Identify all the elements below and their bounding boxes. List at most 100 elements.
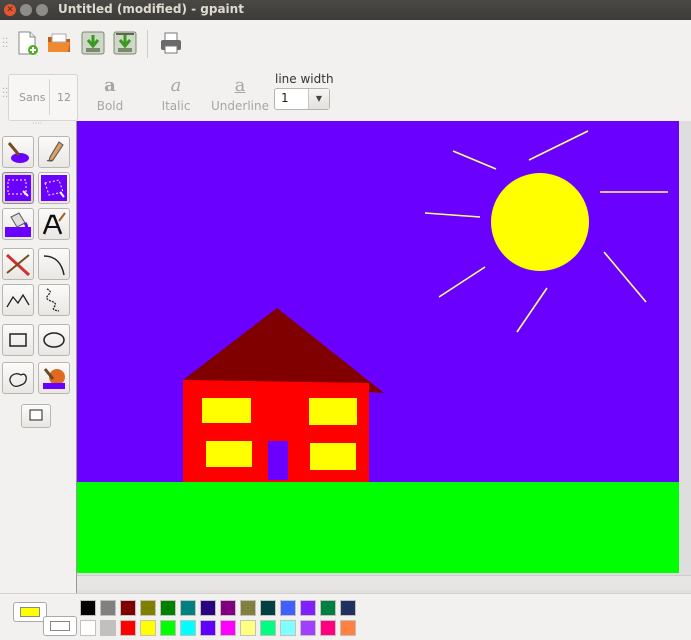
closed-freehand-tool[interactable] <box>2 362 34 394</box>
fill-mode-button[interactable] <box>21 404 51 428</box>
panel-grip[interactable]: ···· <box>32 120 42 128</box>
italic-icon: a <box>170 75 182 96</box>
open-file-button[interactable] <box>46 30 72 56</box>
drawing-canvas[interactable] <box>77 121 679 573</box>
fill-bucket-icon <box>5 212 31 237</box>
font-button[interactable]: Sans 12 <box>8 74 78 121</box>
title-bar: ✕ Untitled (modified) - gpaint <box>0 0 691 20</box>
line-tool[interactable] <box>2 248 34 280</box>
palette-swatch[interactable] <box>180 620 196 636</box>
palette-swatch[interactable] <box>340 600 356 616</box>
italic-button[interactable]: a Italic <box>146 75 206 114</box>
window <box>309 398 357 425</box>
paint-brush-icon <box>7 142 29 163</box>
save-as-button[interactable] <box>112 30 138 56</box>
maximize-window-button[interactable] <box>36 4 48 16</box>
line-width-value: 1 <box>281 91 289 105</box>
print-button[interactable] <box>158 30 184 56</box>
lasso-select-icon <box>41 175 67 201</box>
palette-swatch[interactable] <box>260 620 276 636</box>
palette-swatch[interactable] <box>100 620 116 636</box>
palette-swatch[interactable] <box>260 600 276 616</box>
freehand-shape-icon <box>46 288 60 312</box>
underline-button[interactable]: a Underline <box>210 76 270 114</box>
window <box>202 398 251 423</box>
palette-swatch[interactable] <box>140 620 156 636</box>
fill-tool[interactable] <box>2 208 34 240</box>
save-button[interactable] <box>80 30 106 56</box>
rectangle-tool-icon <box>9 333 27 347</box>
font-divider <box>49 79 50 115</box>
palette-swatch[interactable] <box>220 600 236 616</box>
main-toolbar: ·· ·· ·· <box>0 20 691 70</box>
minimize-window-button[interactable] <box>20 4 32 16</box>
eraser-icon <box>43 368 65 389</box>
palette-swatch[interactable] <box>100 600 116 616</box>
palette-swatch[interactable] <box>240 600 256 616</box>
palette-swatch[interactable] <box>280 620 296 636</box>
horizontal-scrollbar[interactable] <box>77 575 691 590</box>
palette-swatch[interactable] <box>300 600 316 616</box>
ellipse-tool[interactable] <box>38 324 70 356</box>
print-icon <box>161 32 181 54</box>
paint-brush-tool[interactable] <box>2 136 34 168</box>
palette-swatch[interactable] <box>120 600 136 616</box>
freehand-tool[interactable] <box>38 284 70 316</box>
palette-swatch[interactable] <box>340 620 356 636</box>
curve-tool[interactable] <box>38 248 70 280</box>
palette-swatch[interactable] <box>120 620 136 636</box>
line-tool-icon <box>5 253 31 277</box>
palette-swatch[interactable] <box>220 620 236 636</box>
foreground-color-button[interactable] <box>13 602 47 622</box>
background-color-swatch <box>50 621 70 631</box>
save-icon <box>81 31 105 55</box>
chevron-down-icon[interactable]: ▼ <box>308 89 329 109</box>
underline-label: Underline <box>211 99 269 113</box>
open-folder-icon <box>48 33 70 52</box>
window <box>206 441 252 467</box>
sky <box>77 121 679 482</box>
palette-swatch[interactable] <box>80 600 96 616</box>
close-window-button[interactable]: ✕ <box>4 4 16 16</box>
text-tool[interactable] <box>38 208 70 240</box>
bold-button[interactable]: a Bold <box>80 75 140 114</box>
line-width-select[interactable]: 1 ▼ <box>274 88 330 110</box>
rect-select-tool[interactable] <box>2 172 34 204</box>
palette-swatch[interactable] <box>200 620 216 636</box>
polyline-tool-icon <box>6 293 30 308</box>
ellipse-tool-icon <box>43 332 65 348</box>
line-width-label: line width <box>275 72 334 86</box>
palette-swatch[interactable] <box>200 600 216 616</box>
palette-swatch[interactable] <box>280 600 296 616</box>
grass <box>77 482 679 573</box>
palette-swatch[interactable] <box>140 600 156 616</box>
foreground-color-swatch <box>20 607 40 617</box>
palette-swatch[interactable] <box>180 600 196 616</box>
palette-swatch[interactable] <box>160 600 176 616</box>
lasso-select-tool[interactable] <box>38 172 70 204</box>
polyline-tool[interactable] <box>2 284 34 316</box>
palette-swatch[interactable] <box>300 620 316 636</box>
pencil-icon <box>46 141 64 162</box>
rectangle-tool[interactable] <box>2 324 34 356</box>
rect-select-icon <box>5 175 31 201</box>
palette-swatch[interactable] <box>320 620 336 636</box>
bold-label: Bold <box>96 99 124 113</box>
text-tool-icon <box>42 212 66 235</box>
font-name: Sans <box>19 91 46 104</box>
bold-icon: a <box>104 75 116 96</box>
curve-tool-icon <box>43 255 65 276</box>
palette-swatch[interactable] <box>80 620 96 636</box>
eraser-tool[interactable] <box>38 362 70 394</box>
pencil-tool[interactable] <box>38 136 70 168</box>
palette-swatch[interactable] <box>320 600 336 616</box>
door <box>268 441 288 480</box>
sun <box>491 173 589 271</box>
window-title: Untitled (modified) - gpaint <box>58 2 244 16</box>
new-file-button[interactable] <box>14 30 40 56</box>
toolbar-grip[interactable]: ·· ·· ·· <box>2 35 8 53</box>
background-color-button[interactable] <box>43 616 77 636</box>
palette-swatch[interactable] <box>240 620 256 636</box>
save-as-icon <box>113 31 137 55</box>
palette-swatch[interactable] <box>160 620 176 636</box>
